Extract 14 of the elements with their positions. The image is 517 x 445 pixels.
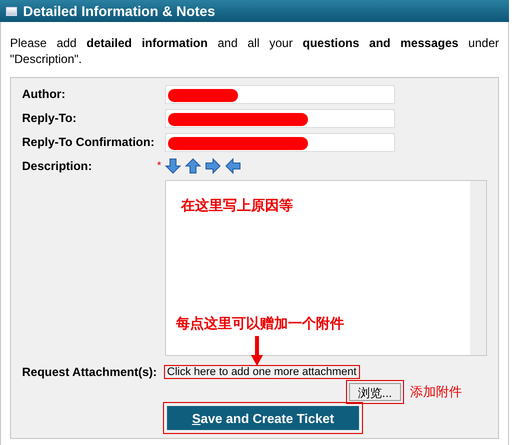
annotation-text: 添加附件: [410, 384, 462, 401]
annotation-text: 每点这里可以赠加一个附件: [176, 315, 344, 333]
field-label: Author:: [22, 87, 66, 101]
section-title: Detailed Information & Notes: [23, 3, 216, 19]
save-button[interactable]: Save and Create Ticket: [163, 402, 363, 434]
annotation-text: 在这里写上原因等: [181, 197, 293, 215]
field-label: Description:: [22, 159, 94, 173]
field-label: Reply-To Confirmation:: [22, 135, 156, 149]
add-attachment-link[interactable]: Click here to add one more attachment: [165, 366, 359, 378]
intro-text: Please add detailed information and all your questions and messages under "Description".: [10, 35, 499, 67]
required-mark: *: [157, 160, 162, 172]
field-label: Request Attachment(s):: [22, 365, 158, 379]
browse-button[interactable]: 浏览...: [349, 383, 402, 401]
field-label: Reply-To:: [22, 111, 78, 125]
